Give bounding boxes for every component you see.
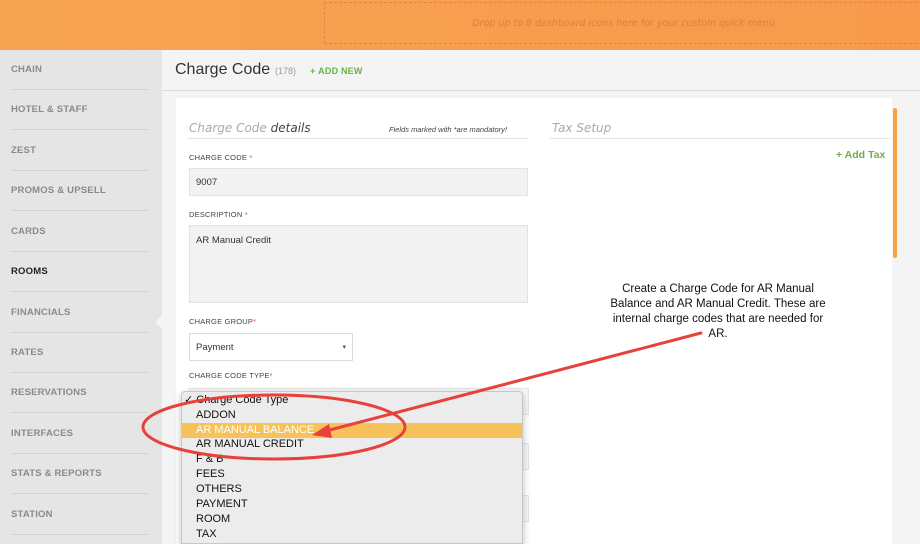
add-new-button[interactable]: + ADD NEW	[310, 66, 363, 76]
charge-group-value: Payment	[196, 341, 234, 353]
sidebar-item-stats-reports[interactable]: STATS & REPORTS	[11, 454, 148, 494]
charge-group-label: CHARGE GROUP*	[189, 317, 257, 326]
charge-code-input[interactable]: 9007	[189, 168, 528, 196]
caret-down-icon: ▾	[342, 344, 346, 351]
sidebar-item-reservations[interactable]: RESERVATIONS	[11, 373, 148, 413]
top-bar: Drop up to 8 dashboard icons here for yo…	[0, 0, 920, 50]
tax-divider	[550, 138, 890, 139]
dropdown-option-ar-manual-credit[interactable]: AR MANUAL CREDIT	[182, 437, 522, 452]
dropdown-option-fees[interactable]: FEES	[182, 467, 522, 482]
title-divider	[162, 90, 920, 91]
sidebar-item-chain[interactable]: CHAIN	[11, 50, 148, 90]
sidebar-item-zest[interactable]: ZEST	[11, 131, 148, 171]
annotation-text: Create a Charge Code for AR Manual Balan…	[610, 283, 826, 340]
sidebar-item-cards[interactable]: CARDS	[11, 212, 148, 252]
sidebar-item-rates[interactable]: RATES	[11, 333, 148, 373]
dropdown-option-room[interactable]: ROOM	[182, 512, 522, 527]
plus-icon: +	[310, 66, 319, 76]
add-tax-button[interactable]: + Add Tax	[836, 149, 885, 161]
dropdown-option-placeholder[interactable]: ✓ Charge Code Type	[182, 393, 522, 408]
scrollbar[interactable]	[893, 108, 897, 258]
quick-menu-dropzone[interactable]: Drop up to 8 dashboard icons here for yo…	[324, 2, 920, 44]
sidebar-item-interfaces[interactable]: INTERFACES	[11, 414, 148, 454]
add-tax-label: Add Tax	[844, 149, 886, 161]
dropdown-option-tax[interactable]: TAX	[182, 527, 522, 542]
item-count: (178)	[275, 66, 297, 76]
charge-code-type-label: CHARGE CODE TYPE*	[189, 371, 273, 380]
page-title: Charge Code	[175, 61, 271, 78]
sidebar-item-rooms[interactable]: ROOMS	[11, 252, 148, 292]
details-title-prefix: Charge Code	[189, 121, 267, 135]
sidebar-item-promos-upsell[interactable]: PROMOS & UPSELL	[11, 171, 148, 211]
plus-icon: +	[836, 149, 845, 161]
dropdown-option-payment[interactable]: PAYMENT	[182, 497, 522, 512]
charge-group-select[interactable]: Payment ▾	[189, 333, 353, 361]
description-label: DESCRIPTION *	[189, 210, 248, 219]
tax-setup-title: Tax Setup	[552, 121, 612, 135]
sidebar-item-station[interactable]: STATION	[11, 495, 148, 535]
details-title-suffix: details	[270, 121, 311, 135]
charge-code-type-dropdown[interactable]: ✓ Charge Code Type ADDON AR MANUAL BALAN…	[181, 391, 523, 544]
dropdown-option-f-b[interactable]: F & B	[182, 452, 522, 467]
checkmark-icon: ✓	[184, 394, 197, 406]
mandatory-note: Fields marked with *are mandatory!	[389, 125, 507, 134]
sidebar-item-financials[interactable]: FINANCIALS	[11, 293, 148, 333]
dropdown-option-ar-manual-balance[interactable]: AR MANUAL BALANCE	[182, 423, 522, 438]
sidebar: CHAIN HOTEL & STAFF ZEST PROMOS & UPSELL…	[0, 50, 163, 544]
add-new-label: ADD NEW	[318, 66, 363, 76]
dropdown-option-others[interactable]: OTHERS	[182, 482, 522, 497]
dropdown-option-addon[interactable]: ADDON	[182, 408, 522, 423]
sidebar-item-hotel-staff[interactable]: HOTEL & STAFF	[11, 90, 148, 130]
description-textarea[interactable]: AR Manual Credit	[189, 225, 528, 303]
details-divider	[188, 138, 528, 139]
charge-code-label: CHARGE CODE *	[189, 153, 253, 162]
details-section-title: Charge Code details	[189, 121, 311, 135]
